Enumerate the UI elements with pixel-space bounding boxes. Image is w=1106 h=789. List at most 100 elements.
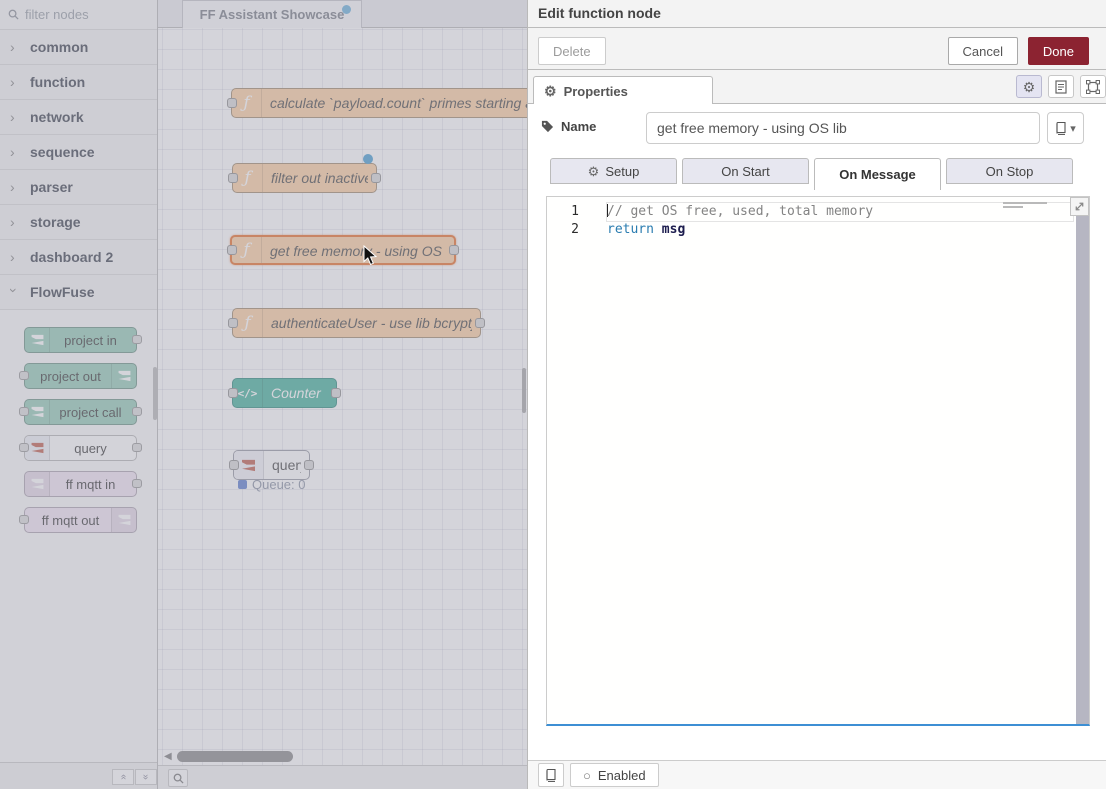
appearance-view-button[interactable] xyxy=(1080,75,1106,98)
palette-node-query[interactable]: query xyxy=(24,435,137,461)
node-label: query xyxy=(272,451,301,479)
input-port xyxy=(227,245,237,255)
editor-scrollbar[interactable] xyxy=(1076,197,1089,724)
caret-down-icon: ▾ xyxy=(1070,122,1076,135)
tab-label: On Message xyxy=(839,167,916,182)
node-filter-out-inactive[interactable]: ƒ filter out inactive xyxy=(232,163,377,193)
palette-node-project-out[interactable]: project out xyxy=(24,363,137,389)
palette-node-project-call[interactable]: project call xyxy=(24,399,137,425)
filter-nodes-input[interactable] xyxy=(25,7,135,22)
node-calculate-primes[interactable]: ƒ calculate `payload.count` primes start… xyxy=(231,88,527,118)
enabled-label: Enabled xyxy=(598,768,646,783)
palette-node-ff-mqtt-out[interactable]: ff mqtt out xyxy=(24,507,137,533)
node-get-free-memory[interactable]: ƒ get free memory - using OS lib xyxy=(230,235,456,265)
angle-double-down-icon: « xyxy=(139,774,153,780)
dialog-form: Name ▾ ⚙ Setup On Start On Message xyxy=(528,104,1106,760)
category-label: sequence xyxy=(30,144,95,160)
done-button[interactable]: Done xyxy=(1028,37,1089,65)
palette-category-flowfuse[interactable]: › FlowFuse xyxy=(0,275,157,310)
node-counter[interactable]: </> Counter xyxy=(232,378,337,408)
category-label: network xyxy=(30,109,84,125)
category-label: FlowFuse xyxy=(30,284,95,300)
palette-category-storage[interactable]: › storage xyxy=(0,205,157,240)
tab-on-start[interactable]: On Start xyxy=(682,158,809,184)
chevron-right-icon: › xyxy=(10,109,18,125)
expand-editor-button[interactable] xyxy=(1070,197,1089,216)
palette-node-label: ff mqtt in xyxy=(25,472,136,496)
cancel-button[interactable]: Cancel xyxy=(948,37,1018,65)
edit-dialog: Edit function node Delete Cancel Done ⚙ … xyxy=(527,0,1106,789)
tab-on-stop[interactable]: On Stop xyxy=(946,158,1073,184)
flow-tab[interactable]: FF Assistant Showcase xyxy=(182,0,362,28)
tag-icon xyxy=(541,120,554,133)
category-label: function xyxy=(30,74,85,90)
toggle-circle-icon: ○ xyxy=(583,769,591,782)
scroll-left-icon[interactable]: ◀ xyxy=(164,751,172,762)
search-flows-button[interactable] xyxy=(168,769,188,787)
canvas-horizontal-scrollbar[interactable]: ◀ xyxy=(158,750,527,764)
mouse-cursor xyxy=(363,245,378,266)
palette-category-network[interactable]: › network xyxy=(0,100,157,135)
angle-double-up-icon: « xyxy=(116,774,130,780)
canvas-footer xyxy=(158,765,527,789)
palette-collapse-all-button[interactable]: « xyxy=(112,769,134,785)
unsaved-changes-dot xyxy=(342,5,351,14)
tab-properties[interactable]: ⚙ Properties xyxy=(533,76,713,105)
library-dropdown-button[interactable]: ▾ xyxy=(1047,112,1084,144)
gear-icon: ⚙ xyxy=(1023,80,1036,94)
input-port xyxy=(227,98,237,108)
enabled-toggle-button[interactable]: ○ Enabled xyxy=(570,763,659,787)
palette-category-function[interactable]: › function xyxy=(0,65,157,100)
palette: › common › function › network › sequence… xyxy=(0,0,158,789)
scrollbar-thumb[interactable] xyxy=(177,751,293,762)
status-text: Queue: 0 xyxy=(252,477,306,492)
flow-tab-label: FF Assistant Showcase xyxy=(200,7,345,22)
dialog-tab-row: ⚙ Properties ⚙ xyxy=(528,70,1106,104)
palette-flowfuse-nodes: project in project out project call xyxy=(0,310,157,555)
name-label-text: Name xyxy=(561,119,596,134)
node-query[interactable]: query xyxy=(233,450,310,480)
chevron-right-icon: › xyxy=(10,214,18,230)
palette-category-dashboard2[interactable]: › dashboard 2 xyxy=(0,240,157,275)
name-label: Name xyxy=(541,119,596,134)
delete-button[interactable]: Delete xyxy=(538,37,606,65)
flow-canvas[interactable]: FF Assistant Showcase ƒ calculate `paylo… xyxy=(158,0,527,789)
palette-category-parser[interactable]: › parser xyxy=(0,170,157,205)
palette-search[interactable] xyxy=(0,0,157,30)
search-icon xyxy=(173,773,184,784)
tab-setup[interactable]: ⚙ Setup xyxy=(550,158,677,184)
output-port xyxy=(304,460,314,470)
node-status: Queue: 0 xyxy=(238,477,306,492)
input-port xyxy=(19,515,29,524)
output-port xyxy=(132,479,142,488)
node-appearance-icon xyxy=(1086,80,1100,94)
palette-node-ff-mqtt-in[interactable]: ff mqtt in xyxy=(24,471,137,497)
palette-category-sequence[interactable]: › sequence xyxy=(0,135,157,170)
tab-on-message[interactable]: On Message xyxy=(814,158,941,190)
palette-scrollbar[interactable] xyxy=(153,367,157,420)
dialog-toolbar: Delete Cancel Done xyxy=(528,28,1106,70)
palette-expand-all-button[interactable]: « xyxy=(135,769,157,785)
palette-node-label: query xyxy=(25,436,136,460)
canvas-vertical-scrollbar[interactable] xyxy=(522,368,526,413)
dialog-footer: ○ Enabled xyxy=(528,760,1106,789)
input-port xyxy=(229,460,239,470)
gear-icon: ⚙ xyxy=(544,84,557,98)
name-input[interactable] xyxy=(646,112,1040,144)
library-button[interactable] xyxy=(538,763,564,787)
node-authenticate-user[interactable]: ƒ authenticateUser - use lib bcryptjs xyxy=(232,308,481,338)
editor-minimap xyxy=(1003,202,1051,216)
node-changed-dot xyxy=(363,154,373,164)
properties-view-button[interactable]: ⚙ xyxy=(1016,75,1042,98)
workspace-tabbar: FF Assistant Showcase xyxy=(158,0,527,28)
chevron-right-icon: › xyxy=(10,74,18,90)
expand-icon xyxy=(1074,201,1085,212)
palette-node-project-in[interactable]: project in xyxy=(24,327,137,353)
code-editor[interactable]: 1 // get OS free, used, total memory 2 r… xyxy=(546,196,1090,726)
palette-category-common[interactable]: › common xyxy=(0,30,157,65)
node-red-editor: › common › function › network › sequence… xyxy=(0,0,1106,789)
chevron-right-icon: › xyxy=(10,179,18,195)
chevron-right-icon: › xyxy=(10,144,18,160)
node-label: filter out inactive xyxy=(271,164,368,192)
description-view-button[interactable] xyxy=(1048,75,1074,98)
